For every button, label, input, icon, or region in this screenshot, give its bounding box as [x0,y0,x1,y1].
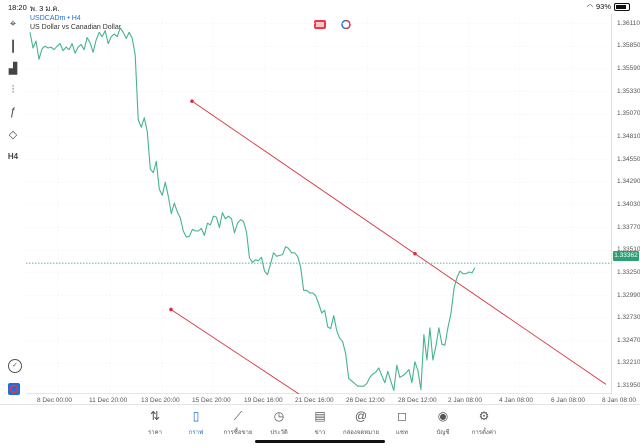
nav-item-1[interactable]: ▯ กราฟ [176,409,216,437]
y-tick-label: 1.35330 [617,87,640,95]
battery-percent: 93% [595,2,611,11]
y-tick-label: 1.34290 [617,178,640,186]
x-tick-label: 19 Dec 16:00 [244,397,283,404]
y-tick-label: 1.34030 [617,200,640,208]
home-indicator [255,440,385,443]
nav-item-3[interactable]: ◷ ประวัติ [259,409,299,437]
x-tick-label: 28 Dec 12:00 [398,397,437,404]
settings-icon: ⚙ [478,409,490,423]
chart-type-icon[interactable]: ┃ [5,38,21,54]
trendline-anchor [169,307,173,312]
nav-item-4[interactable]: ▤ ข่าว [300,409,340,437]
quotes-icon: ⇅ [149,409,161,423]
nav-label: ราคา [148,430,162,436]
trendline-anchor [413,251,417,256]
nav-item-7[interactable]: ◉ บัญชี [423,409,463,437]
status-bar: 18:20 พ. 3 ม.ค. ◠ 93% [0,0,640,14]
x-tick-label: 8 Dec 00:00 [37,397,73,404]
x-tick-label: 11 Dec 20:00 [89,397,128,404]
y-tick-label: 1.33770 [617,223,640,231]
nav-label: การตั้งค่า [471,430,497,436]
y-tick-label: 1.36110 [617,19,640,27]
chart-icon: ▯ [192,409,200,423]
y-tick-label: 1.33250 [617,268,640,276]
nav-label: บัญชี [436,430,450,436]
history-icon: ◷ [273,409,285,423]
status-right: ◠ 93% [587,2,630,11]
wifi-icon: ◠ [586,3,593,11]
price-series-line [29,27,476,392]
nav-label: กล่องจดหมาย [342,430,380,436]
price-chart[interactable] [26,14,612,394]
nav-label: ประวัติ [270,430,288,436]
x-tick-label: 4 Jan 08:00 [499,397,533,404]
trendline-anchor [190,99,194,103]
nav-label: ข่าว [314,430,326,436]
broker-logo-icon[interactable] [8,383,20,395]
function-icon[interactable]: ƒ [5,104,21,120]
y-tick-label: 1.32730 [617,314,640,322]
y-tick-label: 1.32470 [617,336,640,344]
trendline-2 [170,309,300,394]
nav-item-2[interactable]: ⟋ การซื้อขาย [218,409,258,437]
x-tick-label: 8 Jan 08:00 [602,397,636,404]
status-time: 18:20 [8,3,27,12]
nav-item-8[interactable]: ⚙ การตั้งค่า [464,409,504,437]
crosshair-icon[interactable]: ⌖ [5,16,21,32]
current-price-tag: 1.33362 [613,251,639,261]
y-tick-label: 1.32210 [617,359,640,367]
chat-icon: ◻ [397,409,407,423]
market-watch-icon[interactable]: ✓ [8,359,22,373]
battery-icon [614,2,630,11]
account-icon: ◉ [437,409,449,423]
x-tick-label: 13 Dec 20:00 [141,397,180,404]
y-tick-label: 1.35850 [617,42,640,50]
x-tick-label: 26 Dec 12:00 [346,397,385,404]
x-tick-label: 2 Jan 08:00 [448,397,482,404]
mailbox-icon: @ [354,409,368,423]
nav-item-0[interactable]: ⇅ ราคา [135,409,175,437]
trendline-1 [191,100,607,385]
y-tick-label: 1.32990 [617,291,640,299]
trade-icon: ⟋ [233,409,243,423]
timeframe-label[interactable]: H4 [5,148,21,164]
y-tick-label: 1.34550 [617,155,640,163]
chart-toolbar: ⌖ ┃ ▟ ⫶ ƒ ◇ H4 [0,14,26,394]
y-tick-label: 1.34810 [617,132,640,140]
nav-label: แชท [396,430,408,436]
nav-label: การซื้อขาย [223,430,253,436]
nav-label: กราฟ [188,430,204,436]
nav-item-6[interactable]: ◻ แชท [382,409,422,437]
nav-item-5[interactable]: @ กล่องจดหมาย [341,409,381,437]
y-tick-label: 1.35070 [617,110,640,118]
x-tick-label: 6 Jan 08:00 [551,397,585,404]
news-icon: ▤ [314,409,326,423]
y-tick-label: 1.35590 [617,64,640,72]
indicators-icon[interactable]: ▟ [5,60,21,76]
objects-icon[interactable]: ⫶ [5,82,21,98]
x-tick-label: 21 Dec 16:00 [295,397,334,404]
shapes-icon[interactable]: ◇ [5,126,21,142]
x-tick-label: 15 Dec 20:00 [192,397,231,404]
y-tick-label: 1.31950 [617,382,640,390]
